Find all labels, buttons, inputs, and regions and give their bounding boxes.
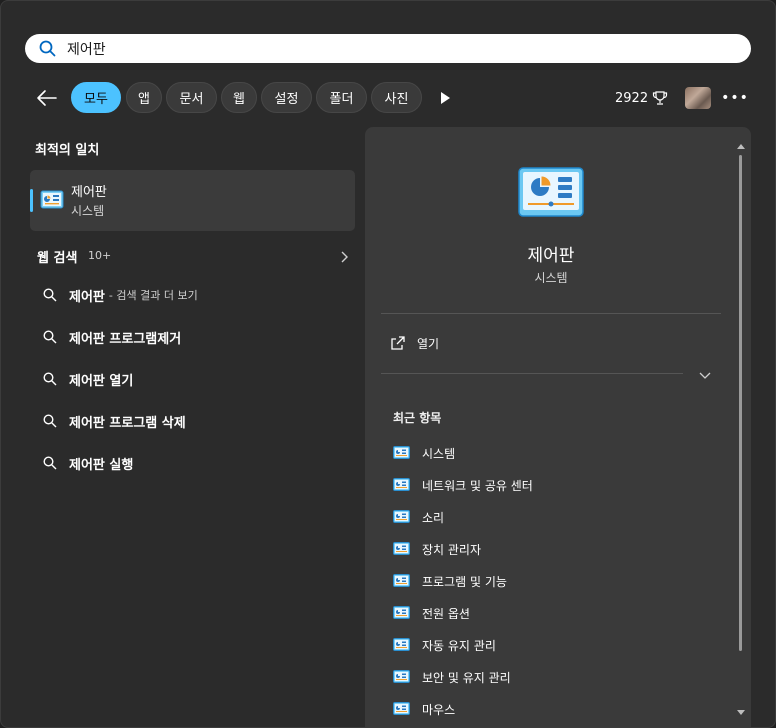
user-avatar[interactable] (685, 87, 711, 109)
recent-item[interactable]: 마우스 (393, 698, 693, 720)
control-panel-icon (393, 510, 410, 523)
recent-item-label: 네트워크 및 공유 센터 (422, 478, 533, 493)
recent-item-label: 보안 및 유지 관리 (422, 670, 511, 685)
filter-photos-chip[interactable]: 사진 (371, 82, 422, 113)
divider (381, 313, 721, 314)
search-icon (43, 414, 57, 428)
control-panel-icon (393, 702, 410, 715)
triangle-down-icon (737, 710, 745, 715)
filter-all-chip[interactable]: 모두 (71, 82, 121, 113)
start-search-window: 모두 앱 문서 웹 설정 폴더 사진 2922 ••• 최적의 일치 제어판 시… (0, 0, 776, 728)
detail-title: 제어판 (527, 246, 575, 266)
scrollbar-thumb[interactable] (739, 155, 742, 651)
web-suggestion[interactable]: 제어판 - 검색 결과 더 보기 (43, 280, 343, 310)
search-icon (43, 456, 57, 470)
best-match-subtitle: 시스템 (71, 204, 105, 218)
filter-web-chip[interactable]: 웹 (221, 82, 257, 113)
chevron-down-icon (699, 372, 711, 379)
recent-item[interactable]: 장치 관리자 (393, 538, 693, 560)
suggestion-text: 제어판 프로그램제거 (69, 331, 182, 347)
best-match-title: 제어판 (71, 185, 107, 200)
filter-apps-chip[interactable]: 앱 (126, 82, 162, 113)
control-panel-large-icon (518, 167, 584, 223)
web-suggestion[interactable]: 제어판 실행 (43, 448, 343, 478)
filter-bar: 모두 앱 문서 웹 설정 폴더 사진 2922 ••• (35, 81, 755, 115)
control-panel-icon (393, 478, 410, 491)
scroll-up-button[interactable] (736, 137, 746, 149)
control-panel-icon (393, 542, 410, 555)
search-box[interactable] (25, 34, 751, 63)
control-panel-icon (393, 574, 410, 587)
back-arrow-icon (37, 90, 57, 106)
recent-item-label: 자동 유지 관리 (422, 638, 496, 653)
search-icon (43, 372, 57, 386)
recent-item-label: 시스템 (422, 446, 456, 461)
chevron-right-icon (339, 249, 349, 268)
recent-item-label: 장치 관리자 (422, 542, 482, 557)
suggestion-text: 제어판 프로그램 삭제 (69, 415, 186, 431)
open-action[interactable]: 열기 (391, 333, 591, 353)
control-panel-icon (40, 190, 64, 214)
recent-item[interactable]: 네트워크 및 공유 센터 (393, 474, 693, 496)
recent-item[interactable]: 프로그램 및 기능 (393, 570, 693, 592)
recent-item-label: 프로그램 및 기능 (422, 574, 507, 589)
control-panel-icon (393, 606, 410, 619)
triangle-up-icon (737, 144, 745, 149)
recent-item[interactable]: 보안 및 유지 관리 (393, 666, 693, 688)
open-label: 열기 (417, 336, 440, 351)
suggestion-text: 제어판 실행 (69, 457, 134, 473)
recent-item[interactable]: 시스템 (393, 442, 693, 464)
detail-subtitle: 시스템 (534, 271, 568, 285)
detail-pane: 제어판 시스템 열기 최근 항목 시스템 네트워크 및 공유 센터 소리 장치 … (365, 127, 751, 727)
expand-button[interactable] (698, 367, 714, 383)
recent-item[interactable]: 자동 유지 관리 (393, 634, 693, 656)
web-suggestion[interactable]: 제어판 열기 (43, 364, 343, 394)
filter-folders-chip[interactable]: 폴더 (316, 82, 367, 113)
recent-item-label: 마우스 (422, 702, 456, 717)
recent-item-label: 전원 옵션 (422, 606, 470, 621)
best-match-result[interactable]: 제어판 시스템 (30, 170, 355, 231)
recent-item-label: 소리 (422, 510, 445, 525)
divider (381, 373, 683, 374)
suggestion-text: 제어판 열기 (69, 373, 134, 389)
web-suggestion[interactable]: 제어판 프로그램 삭제 (43, 406, 343, 436)
more-filters-play-button[interactable] (439, 90, 453, 106)
control-panel-icon (393, 446, 410, 459)
filter-documents-chip[interactable]: 문서 (166, 82, 217, 113)
points-value: 2922 (615, 90, 649, 106)
back-button[interactable] (35, 87, 63, 109)
rewards-points[interactable]: 2922 (615, 90, 668, 106)
open-external-icon (391, 336, 405, 350)
trophy-icon (652, 91, 668, 105)
recent-item[interactable]: 전원 옵션 (393, 602, 693, 624)
control-panel-icon (393, 670, 410, 683)
web-suggestion[interactable]: 제어판 프로그램제거 (43, 322, 343, 352)
best-match-heading: 최적의 일치 (35, 143, 100, 158)
suggestion-suffix: - 검색 결과 더 보기 (108, 289, 198, 302)
search-input[interactable] (65, 39, 669, 58)
web-search-count: 10+ (88, 249, 112, 262)
ellipsis-icon: ••• (721, 90, 749, 106)
selection-indicator (30, 189, 33, 212)
recent-item[interactable]: 소리 (393, 506, 693, 528)
results-pane: 최적의 일치 제어판 시스템 웹 검색 10+ 제어판 - 검색 결과 더 보기… (1, 127, 363, 727)
web-search-header[interactable]: 웹 검색 10+ (35, 247, 355, 269)
more-options-button[interactable]: ••• (721, 87, 748, 109)
search-icon (43, 288, 57, 302)
scroll-down-button[interactable] (736, 702, 746, 715)
control-panel-icon (393, 638, 410, 651)
search-icon (43, 330, 57, 344)
filter-settings-chip[interactable]: 설정 (261, 82, 312, 113)
recent-heading: 최근 항목 (393, 411, 442, 425)
web-search-heading: 웹 검색 (37, 251, 78, 266)
suggestion-text: 제어판 (69, 289, 105, 305)
search-icon (39, 40, 57, 58)
play-icon (441, 92, 450, 104)
